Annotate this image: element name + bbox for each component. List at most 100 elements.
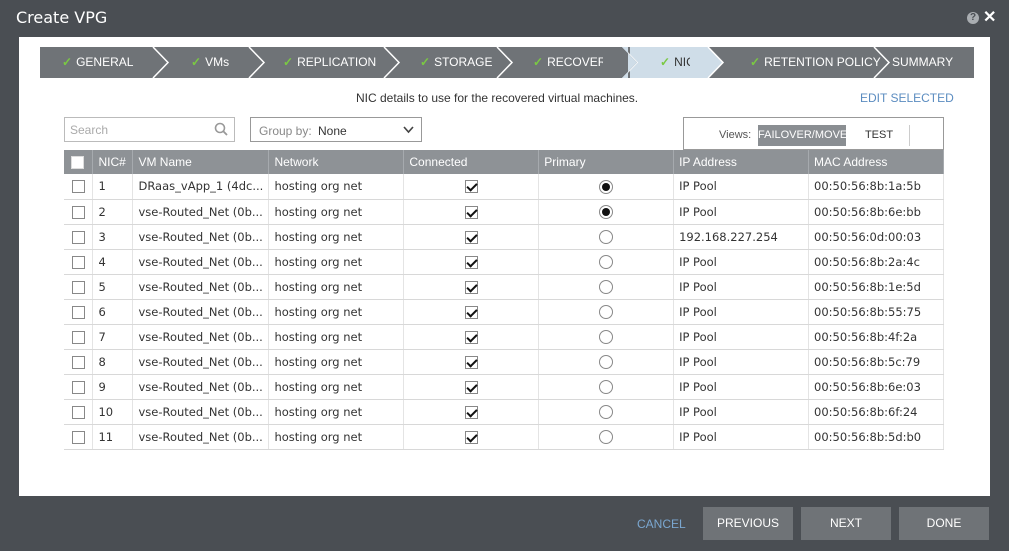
connected-cell [403,399,540,425]
column-header[interactable]: IP Address [673,150,809,174]
table-row[interactable]: 8 vse-Routed_Net (0b... hosting org net IP … [64,349,944,375]
primary-radio[interactable] [599,429,614,444]
row-checkbox[interactable] [71,330,85,344]
primary-cell [538,174,675,200]
group-by-select[interactable]: Group by: None [250,117,422,142]
help-icon[interactable]: ? [967,12,979,24]
column-header[interactable]: Connected [403,150,540,174]
search-icon[interactable] [214,122,228,136]
step-general[interactable]: ✓ GENERAL [40,47,161,78]
row-checkbox[interactable] [71,205,85,219]
primary-radio[interactable] [599,229,614,244]
connected-cell [403,224,540,250]
table-row[interactable]: 1 DRaas_vApp_1 (4dc... hosting org net IP P… [64,174,944,200]
select-all-checkbox[interactable] [71,156,84,170]
connected-checkbox[interactable] [464,255,478,269]
view-failover-move[interactable]: FAILOVER/MOVE [758,125,847,146]
mac-address: 00:50:56:8b:6e:03 [808,374,944,400]
connected-checkbox[interactable] [464,430,478,444]
row-select-cell[interactable] [64,174,94,200]
row-select-cell[interactable] [64,324,94,350]
table-row[interactable]: 2 vse-Routed_Net (0b... hosting org net IP … [64,199,944,225]
row-select-cell[interactable] [64,224,94,250]
step-summary[interactable]: SUMMARY [882,47,974,78]
connected-checkbox[interactable] [464,205,478,219]
edit-selected-link[interactable]: EDIT SELECTED [860,91,954,105]
step-label: RECOVERY [547,55,615,69]
step-retention-policy[interactable]: ✓ RETENTION POLICY [728,47,882,78]
primary-radio[interactable] [599,379,614,394]
connected-checkbox[interactable] [464,180,478,194]
views-divider [909,125,910,146]
connected-checkbox[interactable] [464,380,478,394]
connected-checkbox[interactable] [464,305,478,319]
nic-number: 11 [92,424,134,450]
row-checkbox[interactable] [71,280,85,294]
row-checkbox[interactable] [71,230,85,244]
row-select-cell[interactable] [64,299,94,325]
connected-checkbox[interactable] [464,330,478,344]
row-checkbox[interactable] [71,405,85,419]
column-header[interactable]: VM Name [132,150,270,174]
view-test[interactable]: TEST [849,125,909,146]
search-input[interactable]: Search [64,117,235,142]
connected-checkbox[interactable] [464,280,478,294]
row-checkbox[interactable] [71,380,85,394]
row-select-cell[interactable] [64,424,94,450]
row-select-cell[interactable] [64,399,94,425]
row-select-cell[interactable] [64,349,94,375]
row-select-cell[interactable] [64,199,94,225]
chevron-down-icon [403,126,414,134]
step-recovery[interactable]: ✓ RECOVERY [505,47,630,78]
primary-radio[interactable] [599,329,614,344]
network: hosting org net [268,324,405,350]
done-button[interactable]: DONE [899,507,989,540]
primary-radio[interactable] [599,279,614,294]
connected-checkbox[interactable] [464,355,478,369]
primary-radio[interactable] [599,304,614,319]
select-all-header[interactable] [64,150,94,174]
previous-button[interactable]: PREVIOUS [703,507,793,540]
vm-name: vse-Routed_Net (0b... [132,199,270,225]
step-replication[interactable]: ✓ REPLICATION [257,47,392,78]
table-row[interactable]: 9 vse-Routed_Net (0b... hosting org net IP … [64,374,944,400]
primary-radio[interactable] [599,254,614,269]
row-select-cell[interactable] [64,274,94,300]
step-nics[interactable]: ✓ NICs [630,47,728,78]
primary-radio[interactable] [599,204,614,219]
column-header[interactable]: Network [268,150,405,174]
step-storage[interactable]: ✓ STORAGE [392,47,505,78]
network: hosting org net [268,199,405,225]
connected-checkbox[interactable] [464,230,478,244]
row-select-cell[interactable] [64,249,94,275]
cancel-button[interactable]: CANCEL [637,517,686,531]
row-checkbox[interactable] [71,305,85,319]
row-select-cell[interactable] [64,374,94,400]
table-row[interactable]: 10 vse-Routed_Net (0b... hosting org net IP… [64,399,944,425]
row-checkbox[interactable] [71,430,85,444]
table-header-row: NIC# VM Name Network Connected Primary I… [64,150,944,174]
row-checkbox[interactable] [71,180,85,194]
table-row[interactable]: 11 vse-Routed_Net (0b... hosting org net IP… [64,424,944,450]
next-button[interactable]: NEXT [801,507,891,540]
column-header[interactable]: Primary [538,150,675,174]
row-checkbox[interactable] [71,355,85,369]
step-vms[interactable]: ✓ VMs [161,47,257,78]
views-label: Views: [719,129,752,141]
mac-address: 00:50:56:8b:5c:79 [808,349,944,375]
connected-checkbox[interactable] [464,405,478,419]
primary-radio[interactable] [599,179,614,194]
ip-address: IP Pool [673,299,809,325]
primary-radio[interactable] [599,404,614,419]
table-row[interactable]: 7 vse-Routed_Net (0b... hosting org net IP … [64,324,944,350]
table-row[interactable]: 3 vse-Routed_Net (0b... hosting org net 192… [64,224,944,250]
column-header[interactable]: NIC# [92,150,134,174]
table-row[interactable]: 5 vse-Routed_Net (0b... hosting org net IP … [64,274,944,300]
network: hosting org net [268,224,405,250]
column-header[interactable]: MAC Address [808,150,944,174]
primary-radio[interactable] [599,354,614,369]
table-row[interactable]: 6 vse-Routed_Net (0b... hosting org net IP … [64,299,944,325]
table-row[interactable]: 4 vse-Routed_Net (0b... hosting org net IP … [64,249,944,275]
row-checkbox[interactable] [71,255,85,269]
close-icon[interactable]: ✕ [983,7,996,27]
